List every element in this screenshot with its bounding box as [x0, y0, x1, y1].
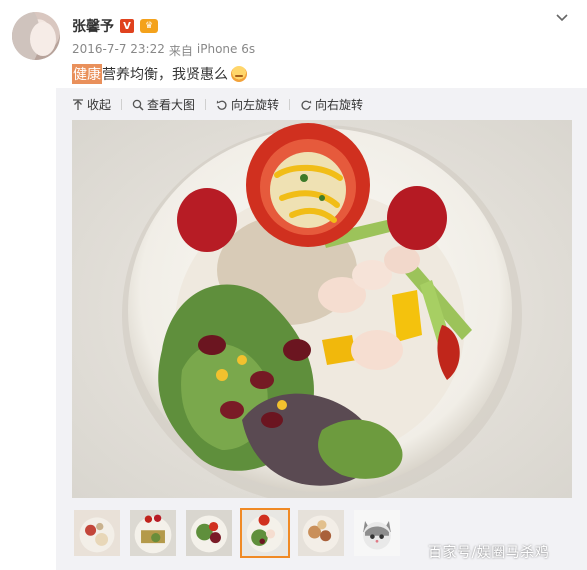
- post-meta: 2016-7-7 23:22 来自 iPhone 6s: [72, 42, 255, 59]
- thumbnail-4-active[interactable]: [240, 508, 290, 558]
- post-text: 健康 营养均衡，我贤惠么: [72, 64, 247, 84]
- thumbnail-3[interactable]: [184, 508, 234, 558]
- rotate-left-button[interactable]: 向左旋转: [216, 96, 279, 113]
- salad-plate-image: [72, 120, 572, 498]
- post-timestamp[interactable]: 2016-7-7 23:22: [72, 42, 165, 59]
- avatar-face: [30, 22, 56, 56]
- thumbnail-strip: [72, 508, 402, 558]
- rotate-right-label: 向右旋转: [315, 98, 364, 112]
- chevron-down-icon[interactable]: [555, 10, 569, 24]
- rotate-right-button[interactable]: 向右旋转: [300, 96, 363, 113]
- thumbnail-1[interactable]: [72, 508, 122, 558]
- source-prefix: 来自: [168, 44, 193, 58]
- avatar[interactable]: [12, 12, 60, 60]
- watermark: 百家号/娱圈马杀鸡: [428, 545, 550, 561]
- rotate-right-icon: [301, 100, 312, 110]
- thumbnail-2[interactable]: [128, 508, 178, 558]
- thumbnail-6-cat[interactable]: [352, 508, 402, 558]
- arrow-up-icon: [73, 98, 83, 110]
- image-toolbar: 收起 查看大图 向左旋转 向右旋转: [72, 96, 363, 113]
- collapse-button[interactable]: 收起: [72, 96, 111, 113]
- view-large-label: 查看大图: [147, 98, 196, 112]
- thumbnail-5[interactable]: [296, 508, 346, 558]
- source-device[interactable]: iPhone 6s: [197, 42, 255, 59]
- rotate-left-icon: [216, 100, 227, 110]
- highlight-keyword[interactable]: 健康: [72, 64, 102, 84]
- author-name[interactable]: 张馨予: [72, 16, 114, 36]
- post-text-body: 营养均衡，我贤惠么: [102, 67, 228, 83]
- toolbar-divider: [205, 99, 207, 110]
- vip-crown-icon: ♛: [140, 19, 158, 33]
- author-row: 张馨予 V ♛: [72, 16, 158, 36]
- toolbar-divider: [289, 99, 291, 110]
- rotate-left-label: 向左旋转: [231, 98, 280, 112]
- collapse-label: 收起: [87, 98, 112, 112]
- smug-face-emoji-icon: [231, 66, 247, 82]
- magnifier-icon: [132, 99, 144, 111]
- main-photo-salad[interactable]: [72, 120, 572, 498]
- view-large-button[interactable]: 查看大图: [132, 96, 195, 113]
- weibo-post: 张馨予 V ♛ 2016-7-7 23:22 来自 iPhone 6s 健康 营…: [0, 0, 587, 570]
- toolbar-divider: [121, 99, 123, 110]
- media-panel: 收起 查看大图 向左旋转 向右旋转: [56, 88, 587, 570]
- verified-badge-icon: V: [120, 19, 134, 33]
